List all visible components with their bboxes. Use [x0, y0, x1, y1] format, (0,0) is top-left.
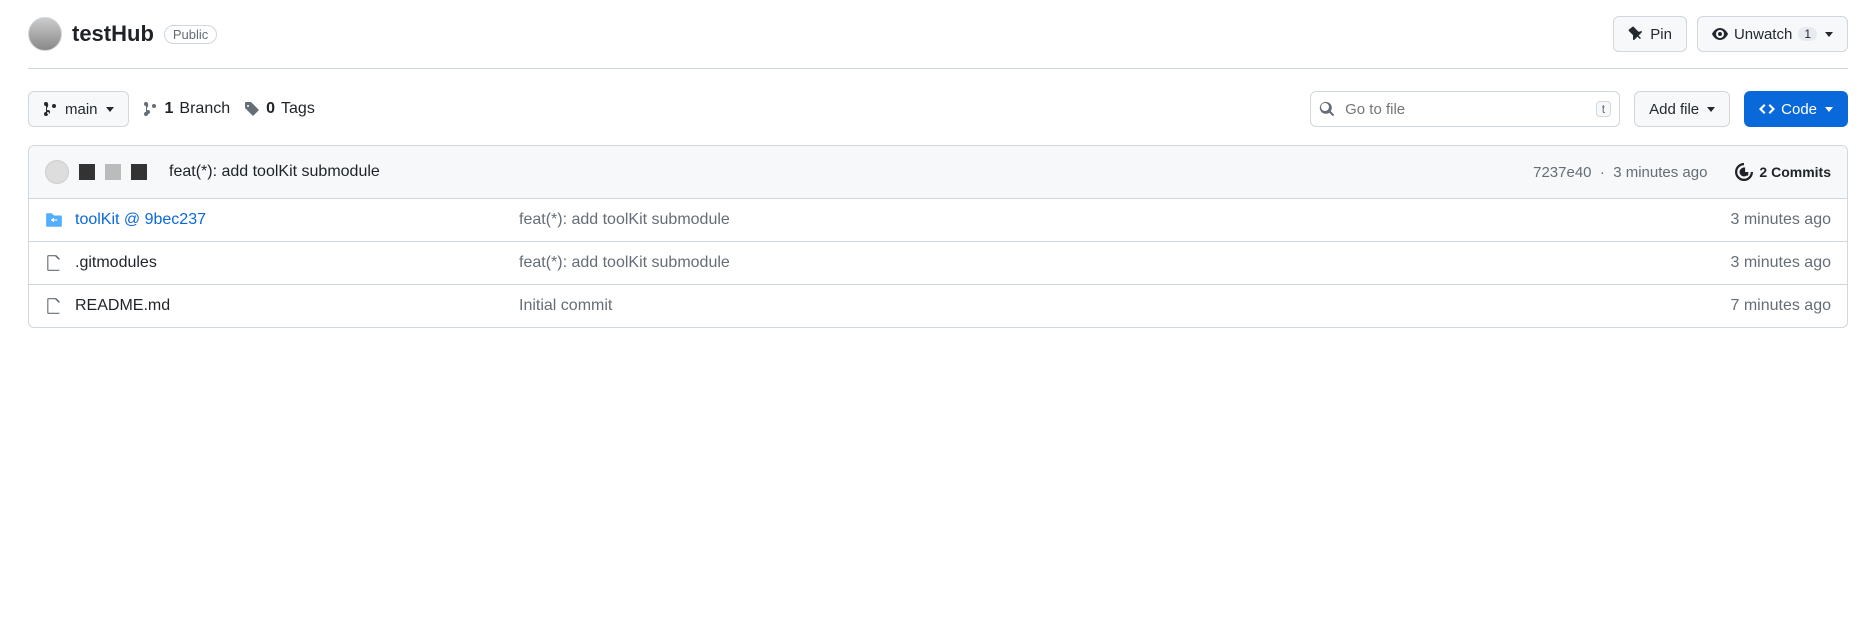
file-commit-time: 3 minutes ago	[1730, 254, 1831, 271]
file-commit-message[interactable]: feat(*): add toolKit submodule	[519, 211, 730, 228]
file-icon	[45, 254, 63, 272]
file-listing: feat(*): add toolKit submodule 7237e40 ·…	[28, 145, 1848, 328]
add-file-label: Add file	[1649, 101, 1699, 118]
latest-commit-time: 3 minutes ago	[1613, 164, 1707, 181]
file-row: toolKit @ 9bec237 feat(*): add toolKit su…	[29, 199, 1847, 242]
owner-avatar[interactable]	[28, 17, 62, 51]
search-icon	[1319, 101, 1335, 117]
chevron-down-icon	[1707, 107, 1715, 112]
code-icon	[1759, 101, 1775, 117]
submodule-icon	[45, 211, 63, 229]
commits-count: 2 Commits	[1759, 164, 1831, 180]
history-icon	[1735, 163, 1753, 181]
file-name-link[interactable]: README.md	[75, 297, 170, 315]
file-row: README.md Initial commit 7 minutes ago	[29, 285, 1847, 327]
pin-label: Pin	[1650, 26, 1672, 43]
file-search[interactable]: t	[1310, 91, 1620, 127]
branches-link[interactable]: 1 Branch	[143, 100, 231, 118]
search-kbd: t	[1596, 101, 1611, 117]
branch-name: main	[65, 101, 98, 118]
chevron-down-icon	[106, 107, 114, 112]
pin-icon	[1628, 26, 1644, 42]
file-commit-time: 3 minutes ago	[1730, 211, 1831, 228]
chevron-down-icon	[1825, 32, 1833, 37]
repo-toolbar: main 1 Branch 0 Tags t Add file Code	[28, 91, 1848, 127]
file-row: .gitmodules feat(*): add toolKit submodul…	[29, 242, 1847, 285]
repo-header: testHub Public Pin Unwatch 1	[28, 16, 1848, 69]
add-file-button[interactable]: Add file	[1634, 91, 1730, 127]
branch-icon	[43, 101, 59, 117]
code-label: Code	[1781, 101, 1817, 118]
unwatch-label: Unwatch	[1734, 26, 1792, 43]
watch-count: 1	[1798, 27, 1817, 41]
branches-label: Branch	[179, 100, 230, 118]
unwatch-button[interactable]: Unwatch 1	[1697, 16, 1848, 52]
branch-select-button[interactable]: main	[28, 91, 129, 127]
visibility-badge: Public	[164, 25, 217, 44]
redacted-block	[79, 164, 95, 180]
branch-icon	[143, 101, 159, 117]
file-icon	[45, 297, 63, 315]
chevron-down-icon	[1825, 107, 1833, 112]
tag-icon	[244, 101, 260, 117]
commits-link[interactable]: 2 Commits	[1735, 163, 1831, 181]
latest-commit-sha[interactable]: 7237e40	[1533, 164, 1591, 181]
commit-author-avatar[interactable]	[45, 160, 69, 184]
repo-name[interactable]: testHub	[72, 21, 154, 47]
eye-icon	[1712, 26, 1728, 42]
tags-label: Tags	[281, 100, 315, 118]
branches-count: 1	[165, 100, 174, 118]
file-commit-message[interactable]: feat(*): add toolKit submodule	[519, 254, 730, 271]
tags-count: 0	[266, 100, 275, 118]
file-search-input[interactable]	[1343, 100, 1588, 119]
file-name-link[interactable]: toolKit @ 9bec237	[75, 211, 206, 229]
redacted-block	[131, 164, 147, 180]
pin-button[interactable]: Pin	[1613, 16, 1687, 52]
file-name-link[interactable]: .gitmodules	[75, 254, 157, 272]
code-button[interactable]: Code	[1744, 91, 1848, 127]
redacted-block	[105, 164, 121, 180]
file-commit-message[interactable]: Initial commit	[519, 297, 612, 314]
file-commit-time: 7 minutes ago	[1730, 297, 1831, 314]
latest-commit-message[interactable]: feat(*): add toolKit submodule	[169, 163, 380, 181]
latest-commit-row: feat(*): add toolKit submodule 7237e40 ·…	[29, 146, 1847, 199]
tags-link[interactable]: 0 Tags	[244, 100, 315, 118]
